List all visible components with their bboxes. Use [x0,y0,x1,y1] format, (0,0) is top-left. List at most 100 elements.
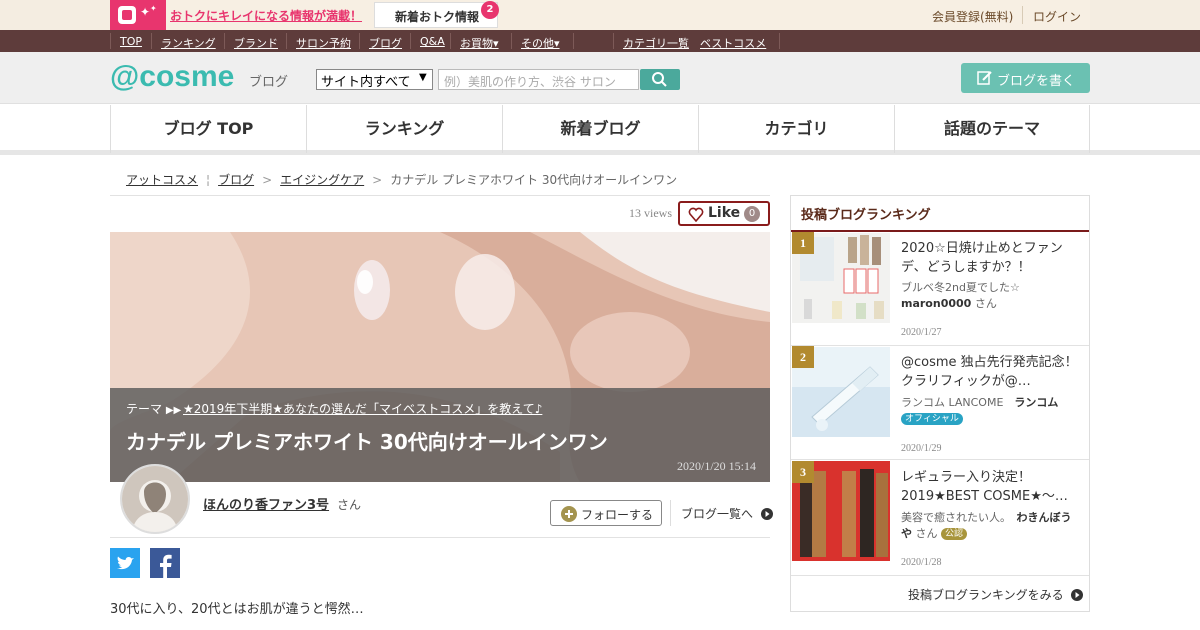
divider [670,500,671,526]
new-info-count-badge: 2 [481,1,499,19]
nav-item-shopping[interactable]: お買物▾ [460,35,499,51]
view-count: 13 views [629,206,672,220]
avatar-silhouette-icon [122,466,188,532]
ranking-author: ブルベ冬2nd夏でした☆ maron0000 さん [901,281,1020,310]
logo-subtitle: ブログ [249,75,289,90]
nav-item-other[interactable]: その他▾ [521,35,560,51]
search-button[interactable] [640,69,680,90]
author-suffix: さん [337,498,362,512]
nav-divider [573,33,574,49]
tab-new-blogs[interactable]: 新着ブログ [502,105,698,153]
post-title: カナデル プレミアホワイト 30代向けオールインワン [126,430,608,454]
ranking-date: 2020/1/28 [901,557,942,568]
breadcrumb-separator: > [372,173,383,187]
site-header: @cosme ブログ サイト内すべて ▼ 例）美肌の作り方、渋谷 サロン ブログ… [0,52,1200,104]
arrow-circle-icon [1071,589,1084,601]
breadcrumb-current: カナデル プレミアホワイト 30代向けオールインワン [390,173,678,187]
nav-divider [224,33,225,49]
write-blog-button[interactable]: ブログを書く [961,63,1090,93]
write-blog-label: ブログを書く [997,74,1076,89]
nav-item-salon[interactable]: サロン予約 [296,35,351,51]
ranking-title[interactable]: 2020☆日焼け止めとファンデ、どうしますか？！ [901,239,1081,277]
certified-badge: 公認 [941,528,968,540]
nav-divider [151,33,152,49]
nav-item-qa[interactable]: Q&A [420,35,445,48]
blog-list-link[interactable]: ブログ一覧へ [681,505,773,522]
svg-text:✦: ✦ [140,5,150,19]
nav-item-brand[interactable]: ブランド [234,35,278,51]
search-scope-select[interactable]: サイト内すべて [316,69,433,90]
author-name[interactable]: ほんのり香ファン3号 [203,494,329,513]
rank-badge: 1 [792,232,814,254]
nav-divider [410,33,411,49]
divider [110,537,770,538]
top-divider [1022,6,1023,24]
new-info-button[interactable]: 新着おトク情報 [374,2,498,28]
breadcrumb-separator: ¦ [206,173,211,187]
tab-category[interactable]: カテゴリ [698,105,894,153]
search-icon [652,72,667,87]
login-link[interactable]: ログイン [1033,8,1081,25]
ranking-author-name[interactable]: maron0000 [901,297,971,310]
nav-item-ranking[interactable]: ランキング [161,35,216,51]
ranking-title[interactable]: レギュラー入り決定！2019★BEST COSME★～… [901,468,1081,506]
nav-item-category-list[interactable]: カテゴリ一覧 [623,35,689,51]
sidebar-title: 投稿ブログランキング [801,208,931,223]
ranking-title[interactable]: @cosme 独占先行発売記念！クラリフィックが@… [901,353,1081,391]
post-date: 2020/1/20 15:14 [677,459,757,473]
breadcrumb: アットコスメ ¦ ブログ > エイジングケア > カナデル プレミアホワイト 30代向けオー… [126,171,677,188]
nav-divider [450,33,451,49]
tab-topic-themes[interactable]: 話題のテーマ [894,105,1090,153]
nav-item-best-cosme[interactable]: ベストコスメ [700,35,766,51]
author-avatar[interactable] [120,464,190,534]
plus-circle-icon [561,506,577,522]
follow-button[interactable]: フォローする [550,500,662,526]
nav-item-blog[interactable]: ブログ [369,35,402,51]
breadcrumb-separator: > [262,173,273,187]
search-input[interactable]: 例）美肌の作り方、渋谷 サロン [438,69,639,90]
tab-ranking[interactable]: ランキング [306,105,502,153]
nav-divider [110,33,111,49]
breadcrumb-category[interactable]: エイジングケア [280,173,364,187]
pencil-icon [977,71,992,85]
facebook-icon [160,554,172,578]
ranking-author: 美容で癒されたい人。 わきんぼうや さん 公認 [901,511,1072,540]
theme-link[interactable]: ★2019年下半期★あなたの選んだ「マイベストコスメ」を教えて♪ [183,400,542,417]
breadcrumb-home[interactable]: アットコスメ [126,173,198,187]
breadcrumb-blog[interactable]: ブログ [218,173,254,187]
post-body-text: 30代に入り、20代とはお肌が違うと愕然… [110,602,364,617]
like-button[interactable]: Like 0 [678,201,770,226]
nav-divider [613,33,614,49]
gift-icon: ✦ ✦ [118,4,157,24]
follow-label: フォローする [581,508,654,522]
nav-item-top[interactable]: TOP [120,35,142,48]
rank-badge: 2 [792,346,814,368]
promo-link[interactable]: おトクにキレイになる情報が満載！ [170,7,362,24]
twitter-share-button[interactable] [110,548,140,578]
register-link[interactable]: 会員登録(無料) [932,8,1013,25]
official-badge: オフィシャル [901,413,963,425]
cosme-logo[interactable]: @cosme [110,60,234,94]
ranking-more-link[interactable]: 投稿ブログランキングをみる [908,586,1084,603]
facebook-share-button[interactable] [150,548,180,578]
nav-divider [511,33,512,49]
nav-divider [286,33,287,49]
svg-text:✦: ✦ [150,4,157,13]
blog-tabs: ブログ TOP ランキング 新着ブログ カテゴリ 話題のテーマ [0,105,1200,155]
ranking-author-name[interactable]: ランコム [1014,396,1058,409]
nav-divider [779,33,780,49]
ranking-author: ランコム LANCOME ランコム オフィシャル [901,396,1059,425]
tab-blog-top[interactable]: ブログ TOP [110,105,306,153]
twitter-icon [117,556,134,570]
divider [110,195,770,196]
nav-divider [359,33,360,49]
select-arrow-icon: ▼ [419,72,427,83]
theme-label: テーマ ▶▶ [126,402,182,416]
like-label: Like [708,205,741,221]
heart-icon [688,207,704,222]
promo-gift-badge[interactable]: ✦ ✦ [110,0,166,30]
ranking-date: 2020/1/27 [901,327,942,338]
like-count: 0 [744,206,760,222]
ranking-date: 2020/1/29 [901,443,942,454]
new-info-label: 新着おトク情報 [395,10,480,24]
